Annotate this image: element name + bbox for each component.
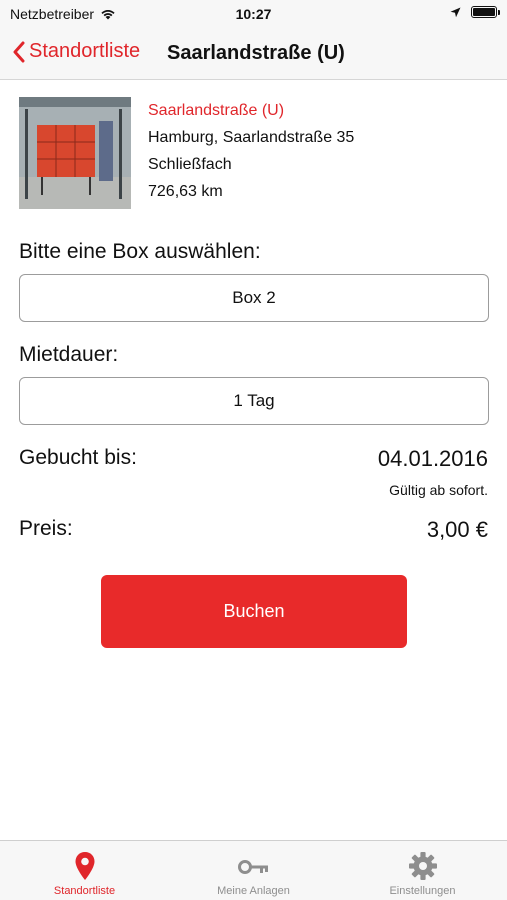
key-icon bbox=[237, 860, 268, 874]
battery-icon bbox=[471, 6, 500, 18]
chevron-left-icon bbox=[13, 41, 25, 62]
price-value: 3,00 € bbox=[426, 517, 488, 542]
box-select-value: Box 2 bbox=[232, 288, 276, 307]
tab-label: Einstellungen bbox=[389, 885, 456, 897]
price-label: Preis: bbox=[19, 517, 73, 540]
navigation-bar: Standortliste Saarlandstraße (U) bbox=[0, 28, 507, 80]
location-card: Saarlandstraße (U) Hamburg, Saarlandstra… bbox=[19, 97, 488, 209]
duration-label: Mietdauer: bbox=[19, 343, 119, 366]
map-pin-icon bbox=[75, 852, 94, 880]
location-distance: 726,63 km bbox=[148, 183, 223, 200]
tab-label: Standortliste bbox=[53, 885, 116, 897]
location-details: Saarlandstraße (U) Hamburg, Saarlandstra… bbox=[148, 97, 354, 205]
book-button-label: Buchen bbox=[223, 601, 285, 621]
gear-icon bbox=[408, 852, 437, 880]
box-label: Bitte eine Box auswählen: bbox=[19, 240, 261, 263]
status-right bbox=[450, 6, 500, 18]
status-bar: Netzbetreiber 10:27 bbox=[0, 0, 507, 28]
page-title: Saarlandstraße (U) bbox=[167, 42, 345, 64]
back-button[interactable]: Standortliste bbox=[12, 40, 140, 63]
tab-einstellungen[interactable]: Einstellungen bbox=[338, 841, 507, 900]
location-photo bbox=[19, 97, 131, 209]
location-type: Schließfach bbox=[148, 156, 232, 173]
booked-until-row: Gebucht bis: 04.01.2016 bbox=[19, 446, 488, 472]
location-arrow-icon bbox=[450, 7, 461, 17]
clock: 10:27 bbox=[235, 6, 272, 22]
location-name: Saarlandstraße (U) bbox=[148, 102, 285, 119]
book-button[interactable]: Buchen bbox=[101, 575, 407, 648]
tab-standortliste[interactable]: Standortliste bbox=[0, 841, 169, 900]
tab-bar: Standortliste Meine Anlagen Einstellunge… bbox=[0, 840, 507, 900]
tab-meine-anlagen[interactable]: Meine Anlagen bbox=[169, 841, 338, 900]
price-row: Preis: 3,00 € bbox=[19, 517, 488, 543]
booked-until-value: 04.01.2016 bbox=[377, 446, 488, 471]
booked-until-label: Gebucht bis: bbox=[19, 446, 137, 469]
tab-label: Meine Anlagen bbox=[217, 885, 290, 897]
duration-select[interactable]: 1 Tag bbox=[19, 377, 489, 425]
valid-hint: Gültig ab sofort. bbox=[389, 482, 488, 498]
back-label: Standortliste bbox=[29, 40, 141, 62]
location-address: Hamburg, Saarlandstraße 35 bbox=[148, 129, 355, 146]
duration-select-value: 1 Tag bbox=[233, 391, 275, 410]
box-select[interactable]: Box 2 bbox=[19, 274, 489, 322]
